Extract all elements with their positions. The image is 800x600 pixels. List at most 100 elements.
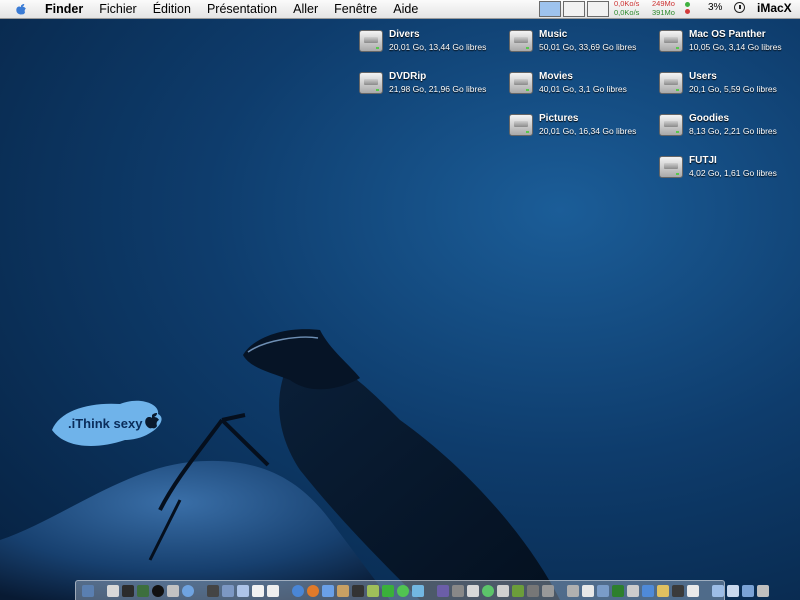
disk-info: 21,98 Go, 21,96 Go libres (389, 84, 487, 94)
app-icon[interactable] (566, 584, 579, 597)
menu-aide[interactable]: Aide (385, 2, 426, 16)
hard-disk-icon (659, 114, 683, 136)
menu-bar: Finder Fichier Édition Présentation Alle… (0, 0, 800, 19)
app-icon[interactable] (151, 584, 164, 597)
app-icon[interactable] (541, 584, 554, 597)
desktop-2-button[interactable] (563, 1, 585, 17)
disk-movies[interactable]: Movies 40,01 Go, 3,1 Go libres (509, 71, 627, 95)
app-icon[interactable] (671, 584, 684, 597)
app-icon[interactable] (221, 584, 234, 597)
hard-disk-icon (509, 114, 533, 136)
hard-disk-icon (359, 30, 383, 52)
app-icon[interactable] (596, 584, 609, 597)
menu-aller[interactable]: Aller (285, 2, 326, 16)
disk-info: 20,1 Go, 5,59 Go libres (689, 84, 777, 94)
dock (75, 580, 769, 600)
firefox-icon[interactable] (306, 584, 319, 597)
app-icon[interactable] (366, 584, 379, 597)
net-down: 0,0Ko/s (614, 7, 640, 17)
app-icon[interactable] (181, 584, 194, 597)
disk-pictures[interactable]: Pictures 20,01 Go, 16,34 Go libres (509, 113, 636, 137)
green-dot-icon (685, 2, 690, 7)
app-icon[interactable] (236, 584, 249, 597)
disk-info: 50,01 Go, 33,69 Go libres (539, 42, 637, 52)
wallpaper-slogan: .iThink sexy (68, 416, 143, 431)
app-icon[interactable] (396, 584, 409, 597)
disk-name: Users (689, 71, 717, 82)
app-icon[interactable] (381, 584, 394, 597)
disk-users[interactable]: Users 20,1 Go, 5,59 Go libres (659, 71, 777, 95)
apple-menu[interactable] (13, 2, 29, 16)
disk-info: 20,01 Go, 13,44 Go libres (389, 42, 487, 52)
app-icon[interactable] (496, 584, 509, 597)
desktop-3-button[interactable] (587, 1, 609, 17)
app-icon[interactable] (411, 584, 424, 597)
menu-fenetre[interactable]: Fenêtre (326, 2, 385, 16)
app-icon[interactable] (436, 584, 449, 597)
hard-disk-icon (509, 72, 533, 94)
app-icon[interactable] (136, 584, 149, 597)
app-icon[interactable] (626, 584, 639, 597)
disk-name: DVDRip (389, 71, 427, 82)
app-icon[interactable] (321, 584, 334, 597)
app-icon[interactable] (466, 584, 479, 597)
menu-finder[interactable]: Finder (37, 2, 91, 16)
app-icon[interactable] (611, 584, 624, 597)
disk-music[interactable]: Music 50,01 Go, 33,69 Go libres (509, 29, 636, 53)
menu-edition[interactable]: Édition (145, 2, 199, 16)
app-icon[interactable] (511, 584, 524, 597)
menu-presentation[interactable]: Présentation (199, 2, 285, 16)
safari-icon[interactable] (291, 584, 304, 597)
memory-monitor[interactable]: 249Mo 391Mo (652, 0, 675, 17)
network-monitor[interactable]: 0,0Ko/s 0,0Ko/s (614, 0, 639, 17)
disk-goodies[interactable]: Goodies 8,13 Go, 2,21 Go libres (659, 113, 777, 137)
app-icon[interactable] (656, 584, 669, 597)
disk-name: Goodies (689, 113, 730, 124)
disk-dvdrip[interactable]: DVDRip 21,98 Go, 21,96 Go libres (359, 71, 486, 95)
app-icon[interactable] (266, 584, 279, 597)
hostname[interactable]: iMacX (757, 1, 792, 15)
disk-name: Mac OS Panther (689, 29, 766, 40)
app-icon[interactable] (166, 584, 179, 597)
disk-name: Music (539, 29, 568, 40)
folder-icon[interactable] (711, 584, 724, 597)
folder-icon[interactable] (726, 584, 739, 597)
clock-icon[interactable] (734, 2, 745, 13)
app-icon[interactable] (206, 584, 219, 597)
activity-indicator (685, 2, 690, 14)
disk-info: 4,02 Go, 1,61 Go libres (689, 168, 777, 178)
folder-icon[interactable] (741, 584, 754, 597)
app-icon[interactable] (481, 584, 494, 597)
disk-info: 8,13 Go, 2,21 Go libres (689, 126, 777, 136)
desktop-1-button[interactable] (539, 1, 561, 17)
cpu-usage[interactable]: 3% (708, 2, 722, 13)
hard-disk-icon (509, 30, 533, 52)
app-icon[interactable] (121, 584, 134, 597)
disk-name: Movies (539, 71, 573, 82)
disk-name: FUTJI (689, 155, 717, 166)
menu-fichier[interactable]: Fichier (91, 2, 145, 16)
x11-icon[interactable] (251, 584, 264, 597)
disk-name: Pictures (539, 113, 579, 124)
app-icon[interactable] (526, 584, 539, 597)
disk-futji[interactable]: FUTJI 4,02 Go, 1,61 Go libres (659, 155, 777, 179)
hard-disk-icon (359, 72, 383, 94)
disk-name: Divers (389, 29, 420, 40)
trash-icon[interactable] (756, 584, 769, 597)
finder-icon[interactable] (81, 584, 94, 597)
app-icon[interactable] (581, 584, 594, 597)
app-icon[interactable] (451, 584, 464, 597)
disk-info: 10,05 Go, 3,14 Go libres (689, 42, 782, 52)
virtual-desktops (539, 1, 609, 17)
disk-info: 20,01 Go, 16,34 Go libres (539, 126, 637, 136)
disk-divers[interactable]: Divers 20,01 Go, 13,44 Go libres (359, 29, 486, 53)
app-icon[interactable] (351, 584, 364, 597)
app-icon[interactable] (641, 584, 654, 597)
disk-mac-os-panther[interactable]: Mac OS Panther 10,05 Go, 3,14 Go libres (659, 29, 782, 53)
red-dot-icon (685, 9, 690, 14)
apple-icon (16, 4, 26, 15)
app-icon[interactable] (106, 584, 119, 597)
app-icon[interactable] (686, 584, 699, 597)
app-icon[interactable] (336, 584, 349, 597)
wallpaper-apple-icon (145, 413, 159, 429)
